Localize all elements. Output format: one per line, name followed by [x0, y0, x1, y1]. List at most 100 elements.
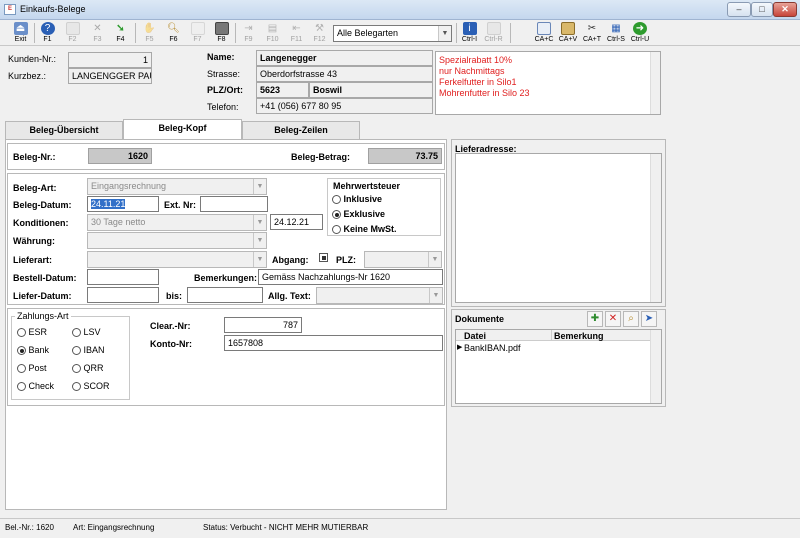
view-document-button[interactable]: ⌕ [623, 311, 639, 327]
tab-beleg-zeilen[interactable]: Beleg-Zeilen [242, 121, 360, 139]
delete-document-button[interactable]: ✕ [605, 311, 621, 327]
ctrl-r-button[interactable]: Ctrl-R [483, 22, 504, 46]
copy-button[interactable]: CA+C [533, 22, 555, 46]
beleg-art-select[interactable]: Eingangsrechnung ▼ [87, 178, 267, 195]
paste-button[interactable]: CA+V [557, 22, 579, 46]
f11-button[interactable]: ⇤ F11 [286, 22, 307, 46]
f8-button[interactable]: F8 [211, 22, 232, 46]
ext-nr-label: Ext. Nr: [164, 200, 197, 210]
toolbar-separator [235, 23, 236, 43]
notes-scrollbar[interactable] [650, 52, 660, 114]
clear-nr-field[interactable]: 787 [224, 317, 302, 333]
belegarten-select[interactable]: Alle Belegarten ▼ [333, 25, 452, 42]
exit-icon: ⏏ [13, 22, 28, 35]
open-document-button[interactable]: ➤ [641, 311, 657, 327]
f2-button[interactable]: F2 [62, 22, 83, 46]
konditionen-datum-field[interactable]: 24.12.21 [270, 214, 323, 230]
zahlung-qrr-radio[interactable]: QRR [72, 363, 104, 374]
f10-button[interactable]: ▤ F10 [262, 22, 283, 46]
waehrung-select[interactable]: ▼ [87, 232, 267, 249]
ext-nr-field[interactable] [200, 196, 268, 212]
f6-button[interactable]: 🔍︎ F6 [163, 22, 184, 46]
table-row[interactable]: ▶ BankIBAN.pdf [456, 342, 651, 353]
maximize-button[interactable]: □ [751, 2, 773, 17]
exit-button[interactable]: ⏏ Exit [10, 22, 31, 46]
go-arrow-icon: ➜ [633, 22, 647, 35]
zahlung-post-radio[interactable]: Post [17, 363, 47, 374]
ctrl-s-button[interactable]: ▦ Ctrl-S [605, 22, 627, 46]
f3-button[interactable]: ✕ F3 [87, 22, 108, 46]
bestell-datum-field[interactable] [87, 269, 159, 285]
zahlung-check-radio[interactable]: Check [17, 381, 54, 392]
konto-nr-field[interactable]: 1657808 [224, 335, 443, 351]
f4-button[interactable]: ➘ F4 [110, 22, 131, 46]
f9-button[interactable]: ⇥ F9 [238, 22, 259, 46]
beleg-datum-field[interactable]: 24.11.21 [87, 196, 159, 212]
kunden-nr-field[interactable]: 1 [68, 52, 152, 68]
name-field[interactable]: Langenegger [256, 50, 433, 66]
customer-notes[interactable]: Spezialrabatt 10% nur Nachmittags Ferkelfu… [435, 51, 661, 115]
lieferadresse-scrollbar[interactable] [650, 154, 661, 302]
status-text: Status: Verbucht - NICHT MEHR MUTIERBAR [203, 523, 369, 532]
zahlung-lsv-radio[interactable]: LSV [72, 327, 101, 338]
radio-icon [72, 346, 81, 356]
bemerkungen-label: Bemerkungen: [194, 273, 258, 283]
dokumente-header: Datei Bemerkung [456, 330, 651, 341]
minimize-button[interactable]: – [727, 2, 751, 17]
f7-button[interactable]: F7 [187, 22, 208, 46]
customer-header: Kunden-Nr.: 1 Kurzbez.: LANGENGGER PAU N… [0, 47, 800, 119]
chevron-down-icon: ▼ [429, 288, 442, 303]
strasse-field[interactable]: Oberdorfstrasse 43 [256, 66, 433, 82]
f1-button[interactable]: ? F1 [37, 22, 58, 46]
zahlung-bank-radio[interactable]: Bank [17, 345, 49, 356]
ctrl-i-button[interactable]: i Ctrl-I [459, 22, 480, 46]
toolbar-separator [135, 23, 136, 43]
chevron-down-icon: ▼ [253, 252, 266, 267]
radio-icon [17, 382, 26, 392]
dokumente-scrollbar[interactable] [650, 330, 661, 403]
zahlung-esr-radio[interactable]: ESR [17, 327, 47, 338]
plz-field[interactable]: 5623 [256, 82, 309, 98]
row-datei: BankIBAN.pdf [464, 343, 521, 353]
column-datei: Datei [464, 331, 487, 341]
abgang-checkbox[interactable] [319, 253, 328, 262]
ctrl-u-button[interactable]: ➜ Ctrl-U [629, 22, 651, 46]
konditionen-select[interactable]: 30 Tage netto ▼ [87, 214, 267, 231]
f5-button[interactable]: ✋ F5 [139, 22, 160, 46]
kurzbez-field[interactable]: LANGENGGER PAU [68, 68, 152, 84]
mwst-inklusive-radio[interactable]: Inklusive [332, 194, 382, 205]
zahlung-iban-radio[interactable]: IBAN [72, 345, 105, 356]
toolbar: ⏏ Exit ? F1 F2 ✕ F3 ➘ F4 ✋ F5 🔍︎ F6 F7 F8 ⇥ F9 … [0, 20, 800, 46]
telefon-field[interactable]: +41 (056) 677 80 95 [256, 98, 433, 114]
beleg-betrag-field[interactable]: 73.75 [368, 148, 442, 164]
delete-icon: ✕ [608, 313, 618, 324]
close-button[interactable]: ✕ [773, 2, 797, 17]
zahlung-scor-radio[interactable]: SCOR [72, 381, 110, 392]
paste-icon [561, 22, 575, 35]
mwst-keine-radio[interactable]: Keine MwSt. [332, 224, 397, 235]
tab-beleg-kopf[interactable]: Beleg-Kopf [123, 119, 242, 140]
radio-icon [332, 195, 341, 205]
cut-button[interactable]: ✂ CA+T [581, 22, 603, 46]
ort-field[interactable]: Boswil [309, 82, 433, 98]
lieferart-label: Lieferart: [13, 255, 53, 265]
name-label: Name: [207, 52, 235, 62]
beleg-nr-field[interactable]: 1620 [88, 148, 152, 164]
add-document-button[interactable]: ✚ [587, 311, 603, 327]
f12-button[interactable]: ⚒ F12 [309, 22, 330, 46]
bis-field[interactable] [187, 287, 263, 303]
belegarten-select-value: Alle Belegarten [337, 28, 399, 38]
allg-text-select[interactable]: ▼ [316, 287, 443, 304]
bemerkungen-field[interactable]: Gemäss Nachzahlungs-Nr 1620 [258, 269, 443, 285]
kurzbez-label: Kurzbez.: [8, 71, 47, 81]
lieferart-select[interactable]: ▼ [87, 251, 267, 268]
bestell-datum-label: Bestell-Datum: [13, 273, 77, 283]
export-icon: ⇤ [292, 23, 301, 34]
tab-beleg-uebersicht[interactable]: Beleg-Übersicht [5, 121, 123, 139]
mwst-exklusive-radio[interactable]: Exklusive [332, 209, 385, 220]
customer-note-line: Ferkelfutter in Silo1 [439, 77, 517, 87]
plz-select[interactable]: ▼ [364, 251, 442, 268]
lieferadresse-textarea[interactable] [455, 153, 662, 303]
liefer-datum-field[interactable] [87, 287, 159, 303]
abgang-label: Abgang: [272, 255, 309, 265]
